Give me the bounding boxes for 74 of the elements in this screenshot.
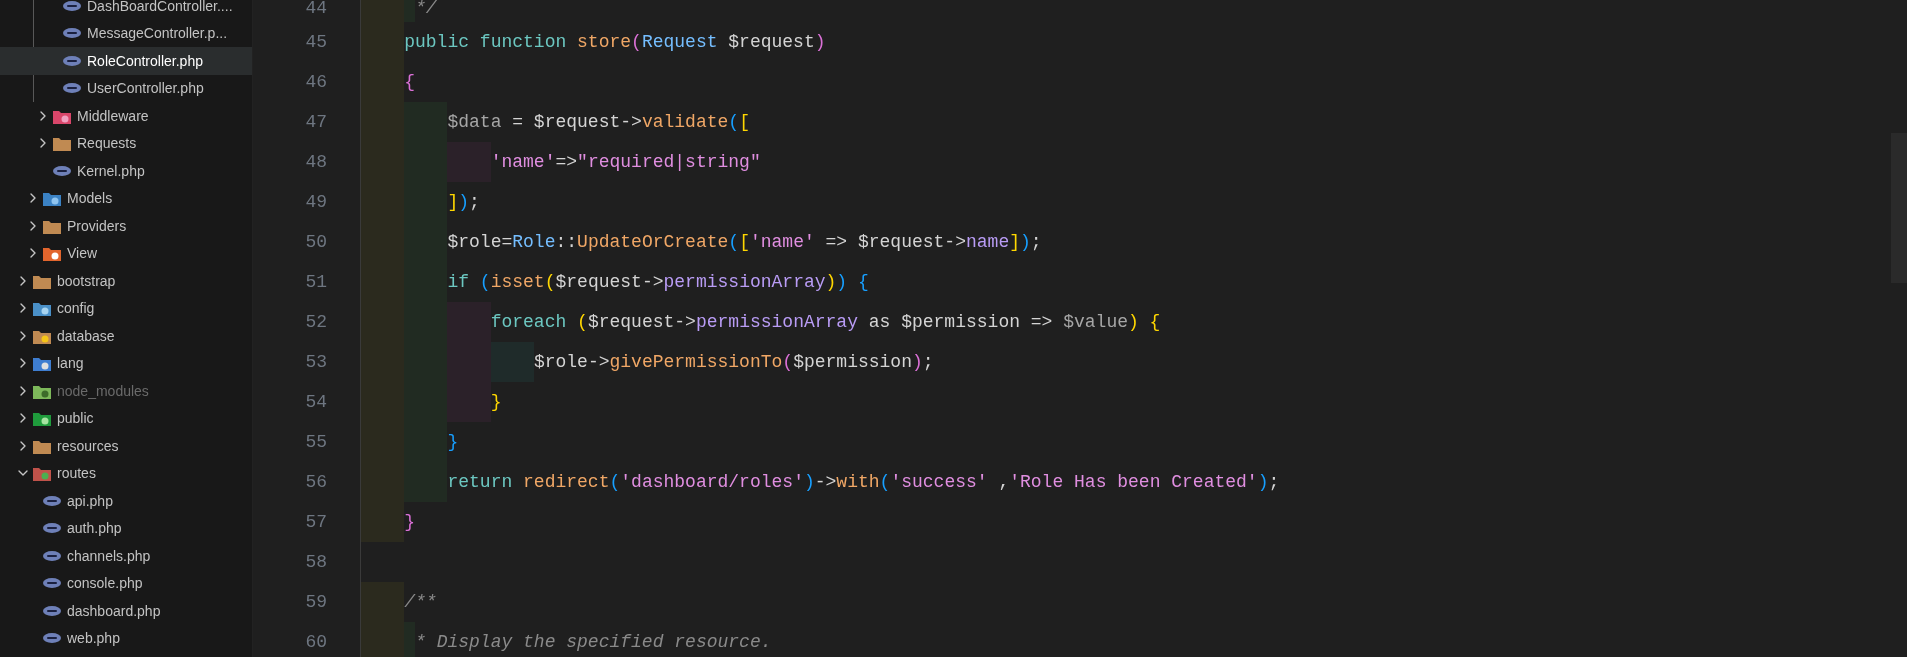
code-line: }	[361, 382, 502, 422]
folder-icon	[33, 355, 51, 372]
code-line: $data = $request->validate([	[361, 102, 750, 142]
php-file-icon	[63, 83, 81, 94]
line-number: 58	[304, 551, 328, 574]
folder-item[interactable]: public	[0, 404, 252, 432]
php-file-icon	[63, 0, 81, 11]
comment-line: */	[361, 0, 437, 22]
folder-item[interactable]: Middleware	[0, 102, 252, 130]
code-line: {	[361, 62, 416, 102]
folder-item[interactable]: View	[0, 239, 252, 267]
line-number: 49	[304, 191, 328, 214]
code-line: }	[361, 422, 459, 462]
folder-icon	[43, 190, 61, 207]
folder-icon	[53, 135, 71, 152]
line-number: 44	[304, 0, 328, 20]
file-item[interactable]: Kernel.php	[0, 157, 252, 185]
comment-line: * Display the specified resource.	[361, 622, 772, 657]
file-item[interactable]: auth.php	[0, 514, 252, 542]
folder-item[interactable]: resources	[0, 432, 252, 460]
line-number: 53	[304, 351, 328, 374]
code-line: return redirect('dashboard/roles')->with('success' ,'Role Has been Created');	[361, 462, 1280, 502]
folder-item[interactable]: Providers	[0, 212, 252, 240]
line-number: 51	[304, 271, 328, 294]
php-file-icon	[63, 55, 81, 66]
code-line: foreach ($request->permissionArray as $permission => $value) {	[361, 302, 1161, 342]
code-line: $role->givePermissionTo($permission);	[361, 342, 934, 382]
file-item[interactable]: web.php	[0, 624, 252, 652]
php-file-icon	[53, 165, 71, 176]
folder-icon	[33, 300, 51, 317]
folder-item[interactable]: database	[0, 322, 252, 350]
file-item[interactable]: api.php	[0, 487, 252, 515]
line-number: 57	[304, 511, 328, 534]
file-item[interactable]: DashBoardController....	[0, 0, 252, 20]
file-item[interactable]: channels.php	[0, 542, 252, 570]
code-line: public function store(Request $request)	[361, 22, 826, 62]
folder-item[interactable]: bootstrap	[0, 267, 252, 295]
code-line: ]);	[361, 182, 480, 222]
folder-icon	[33, 465, 51, 482]
line-number: 48	[304, 151, 328, 174]
code-line: $role=Role::UpdateOrCreate(['name' => $request->name]);	[361, 222, 1042, 262]
line-number: 46	[304, 71, 328, 94]
code-line: if (isset($request->permissionArray)) {	[361, 262, 869, 302]
line-number: 52	[304, 311, 328, 334]
php-file-icon	[43, 605, 61, 616]
comment-line: /**	[361, 582, 437, 622]
file-item[interactable]: MessageController.p...	[0, 19, 252, 47]
php-file-icon	[43, 550, 61, 561]
folder-item[interactable]: config	[0, 294, 252, 322]
folder-icon	[43, 245, 61, 262]
line-number: 56	[304, 471, 328, 494]
file-item[interactable]: console.php	[0, 569, 252, 597]
file-item[interactable]: dashboard.php	[0, 597, 252, 625]
folder-item[interactable]: Models	[0, 184, 252, 212]
php-file-icon	[43, 578, 61, 589]
folder-item[interactable]: lang	[0, 349, 252, 377]
line-number: 50	[304, 231, 328, 254]
line-number: 60	[304, 631, 328, 654]
code-line: }	[361, 502, 416, 542]
php-file-icon	[43, 495, 61, 506]
line-number: 59	[304, 591, 328, 614]
file-item[interactable]: RoleController.php	[0, 47, 252, 75]
code-line: 'name'=>"required|string"	[361, 142, 761, 182]
file-item[interactable]: UserController.php	[0, 74, 252, 102]
line-number: 47	[304, 111, 328, 134]
php-file-icon	[63, 28, 81, 39]
line-number: 54	[304, 391, 328, 414]
folder-item[interactable]: routes	[0, 459, 252, 487]
folder-item[interactable]: Requests	[0, 129, 252, 157]
php-file-icon	[43, 523, 61, 534]
line-number: 45	[304, 31, 328, 54]
php-file-icon	[43, 633, 61, 644]
line-number: 55	[304, 431, 328, 454]
folder-icon	[33, 410, 51, 427]
